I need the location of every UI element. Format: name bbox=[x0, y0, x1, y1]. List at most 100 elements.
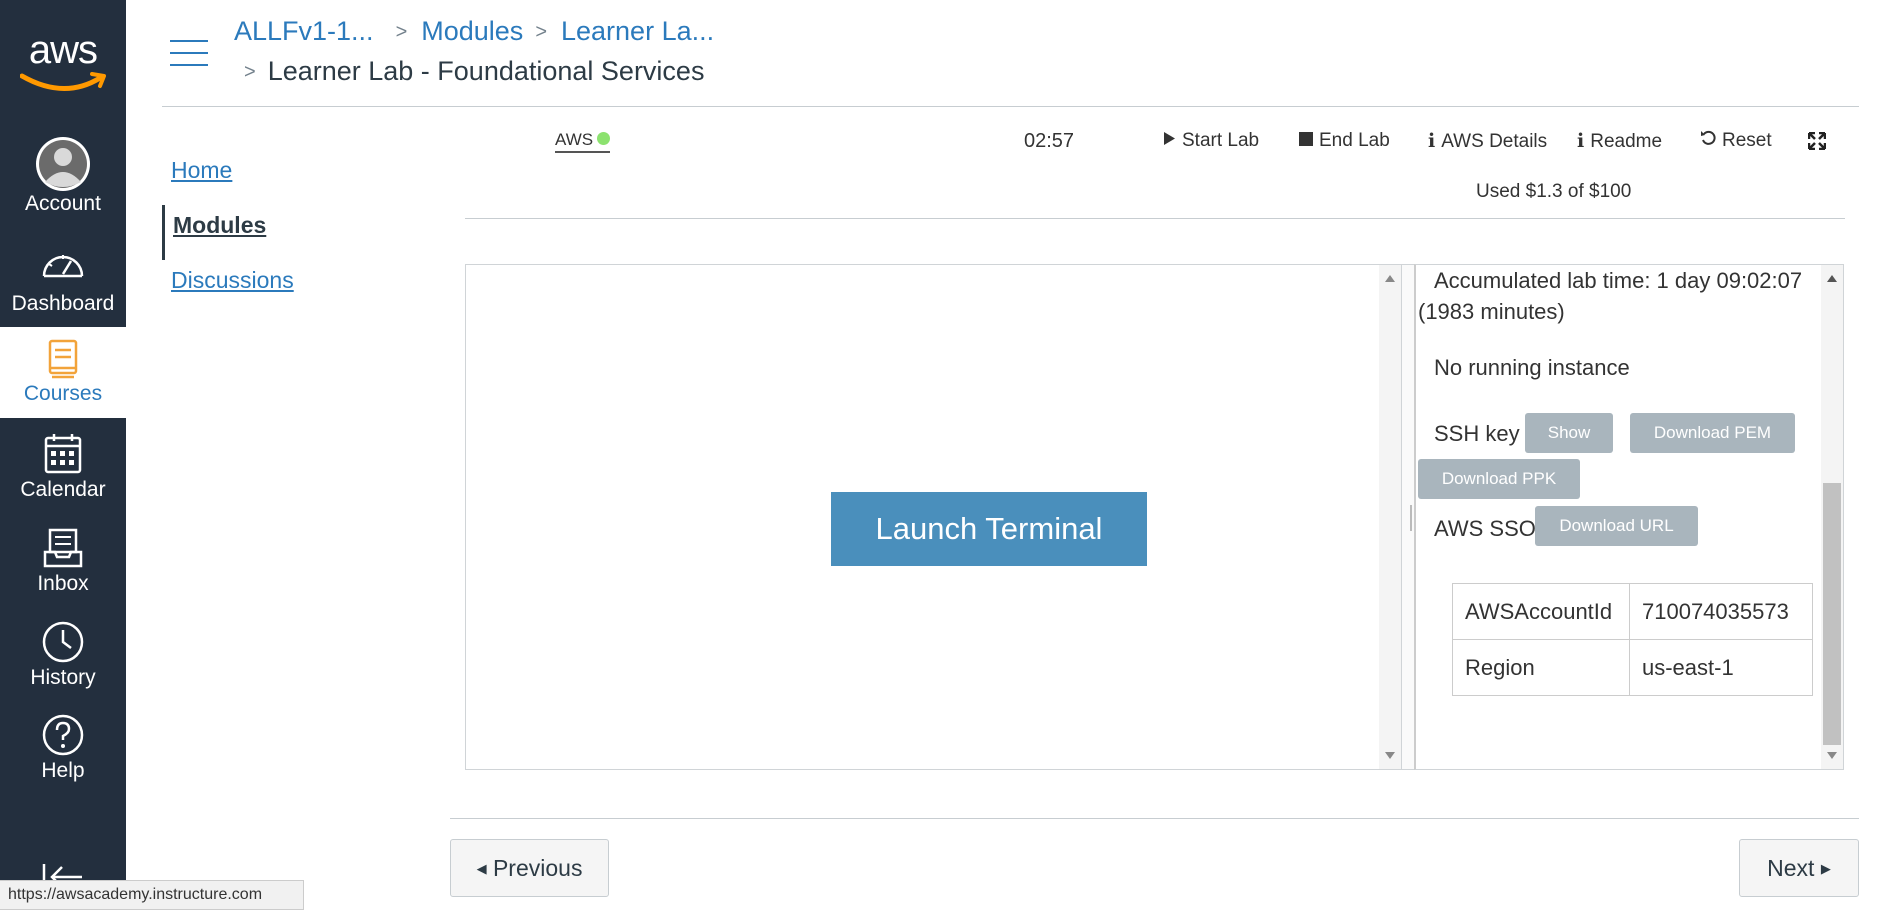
toolbar-divider bbox=[465, 218, 1845, 219]
help-icon bbox=[42, 714, 84, 756]
download-ppk-button[interactable]: Download PPK bbox=[1418, 459, 1580, 499]
avatar-icon bbox=[36, 137, 90, 191]
nav-account[interactable]: Account bbox=[0, 128, 126, 228]
start-lab-label: Start Lab bbox=[1182, 130, 1260, 151]
readme-label: Readme bbox=[1590, 131, 1663, 152]
next-label: Next bbox=[1767, 855, 1815, 881]
caret-right-icon: ▶ bbox=[1820, 861, 1831, 876]
course-nav: Home Modules Discussions bbox=[162, 150, 402, 315]
aws-logo[interactable]: aws bbox=[0, 0, 126, 115]
aws-details-label: AWS Details bbox=[1441, 131, 1548, 152]
session-timer: 02:57 bbox=[1024, 130, 1075, 152]
aws-details-button[interactable]: i AWS Details bbox=[1428, 130, 1547, 153]
calendar-icon bbox=[44, 434, 82, 474]
courses-icon bbox=[48, 339, 78, 379]
show-ssh-key-button[interactable]: Show bbox=[1525, 413, 1613, 453]
nav-inbox-label: Inbox bbox=[37, 572, 89, 595]
lab-toolbar: AWS 02:57 Start Lab End Lab i AWS Details… bbox=[555, 128, 1855, 158]
aws-status-label: AWS bbox=[555, 130, 594, 149]
end-lab-label: End Lab bbox=[1319, 130, 1390, 151]
breadcrumb-current: Learner Lab - Foundational Services bbox=[267, 56, 705, 86]
breadcrumb-course[interactable]: ALLFv1-1... bbox=[234, 16, 374, 46]
previous-label: Previous bbox=[492, 855, 583, 881]
end-lab-button[interactable]: End Lab bbox=[1299, 130, 1390, 152]
course-menu-toggle[interactable] bbox=[170, 40, 208, 70]
stop-icon bbox=[1299, 132, 1313, 146]
aws-logo-text: aws bbox=[28, 28, 98, 72]
accumulated-time-line2: (1983 minutes) bbox=[1418, 299, 1565, 324]
pane-splitter[interactable] bbox=[1402, 264, 1414, 770]
breadcrumb-learner-lab[interactable]: Learner La... bbox=[561, 16, 714, 46]
scroll-thumb[interactable] bbox=[1823, 483, 1841, 745]
reset-icon bbox=[1701, 130, 1716, 145]
download-pem-button[interactable]: Download PEM bbox=[1630, 413, 1795, 453]
nav-history[interactable]: History bbox=[0, 610, 126, 702]
info-icon: i bbox=[1428, 130, 1436, 152]
breadcrumb-separator: > bbox=[395, 21, 408, 43]
nav-dashboard-label: Dashboard bbox=[11, 292, 115, 315]
play-icon bbox=[1164, 132, 1175, 145]
aws-smile-icon bbox=[20, 72, 106, 91]
clock-icon bbox=[42, 621, 84, 663]
info-icon: i bbox=[1577, 130, 1585, 152]
nav-history-label: History bbox=[30, 666, 96, 689]
budget-usage: Used $1.3 of $100 bbox=[1476, 181, 1632, 202]
accumulated-time: Accumulated lab time: 1 day 09:02:07 (19… bbox=[1418, 265, 1818, 327]
instance-status: No running instance bbox=[1434, 355, 1630, 380]
nav-calendar-label: Calendar bbox=[20, 478, 106, 501]
footer-divider bbox=[450, 818, 1859, 819]
start-lab-button[interactable]: Start Lab bbox=[1163, 130, 1259, 152]
nav-courses-label: Courses bbox=[23, 382, 103, 405]
status-dot-icon bbox=[597, 132, 611, 146]
launch-terminal-button[interactable]: Launch Terminal bbox=[831, 492, 1147, 566]
inbox-icon bbox=[43, 528, 83, 568]
status-bar-url: https://awsacademy.instructure.com bbox=[0, 880, 304, 910]
aws-status[interactable]: AWS bbox=[555, 130, 611, 153]
nav-dashboard[interactable]: Dashboard bbox=[0, 236, 126, 328]
course-nav-home[interactable]: Home bbox=[162, 150, 402, 205]
terminal-pane: Launch Terminal bbox=[465, 264, 1402, 770]
region-key: Region bbox=[1452, 639, 1630, 696]
next-button[interactable]: Next ▶ bbox=[1739, 839, 1859, 897]
nav-calendar[interactable]: Calendar bbox=[0, 422, 126, 514]
nav-courses[interactable]: Courses bbox=[0, 327, 126, 418]
nav-inbox[interactable]: Inbox bbox=[0, 516, 126, 608]
breadcrumb-separator: > bbox=[535, 21, 547, 43]
breadcrumb-modules[interactable]: Modules bbox=[421, 16, 523, 46]
breadcrumb-separator: > bbox=[244, 61, 256, 83]
reset-button[interactable]: Reset bbox=[1700, 130, 1772, 152]
table-row: Region us-east-1 bbox=[1452, 639, 1813, 696]
accumulated-time-line1: Accumulated lab time: 1 day 09:02:07 bbox=[1434, 268, 1803, 293]
dashboard-icon bbox=[42, 255, 84, 278]
download-url-button[interactable]: Download URL bbox=[1535, 506, 1698, 546]
scroll-down-icon[interactable] bbox=[1385, 752, 1395, 759]
aws-sso-label: AWS SSO bbox=[1434, 516, 1536, 541]
nav-account-label: Account bbox=[25, 192, 101, 215]
scroll-down-icon[interactable] bbox=[1827, 752, 1837, 759]
previous-button[interactable]: ◀ Previous bbox=[450, 839, 609, 897]
account-id-value: 710074035573 bbox=[1629, 583, 1813, 640]
breadcrumb-current-row: > Learner Lab - Foundational Services bbox=[244, 56, 704, 87]
nav-help[interactable]: Help bbox=[0, 703, 126, 795]
header-divider bbox=[162, 106, 1859, 107]
course-nav-modules[interactable]: Modules bbox=[162, 205, 402, 260]
details-scrollbar[interactable] bbox=[1821, 265, 1843, 769]
breadcrumb: ALLFv1-1... > Modules > Learner La... bbox=[234, 16, 714, 47]
fullscreen-icon[interactable] bbox=[1808, 132, 1826, 150]
readme-button[interactable]: i Readme bbox=[1577, 130, 1662, 153]
scroll-up-icon[interactable] bbox=[1827, 275, 1837, 282]
caret-left-icon: ◀ bbox=[476, 861, 487, 876]
ssh-key-label: SSH key bbox=[1434, 421, 1520, 446]
region-value: us-east-1 bbox=[1629, 639, 1813, 696]
account-details-table: AWSAccountId 710074035573 Region us-east… bbox=[1452, 583, 1813, 696]
course-nav-discussions[interactable]: Discussions bbox=[162, 260, 402, 315]
global-nav: aws Account Dashboard Courses Calendar I… bbox=[0, 0, 126, 910]
reset-label: Reset bbox=[1722, 130, 1772, 151]
scroll-up-icon[interactable] bbox=[1385, 275, 1395, 282]
account-id-key: AWSAccountId bbox=[1452, 583, 1630, 640]
terminal-scrollbar[interactable] bbox=[1379, 265, 1401, 769]
lab-details-pane: Accumulated lab time: 1 day 09:02:07 (19… bbox=[1414, 264, 1844, 770]
table-row: AWSAccountId 710074035573 bbox=[1452, 583, 1813, 640]
splitter-grip bbox=[1410, 505, 1412, 531]
nav-help-label: Help bbox=[41, 759, 85, 782]
